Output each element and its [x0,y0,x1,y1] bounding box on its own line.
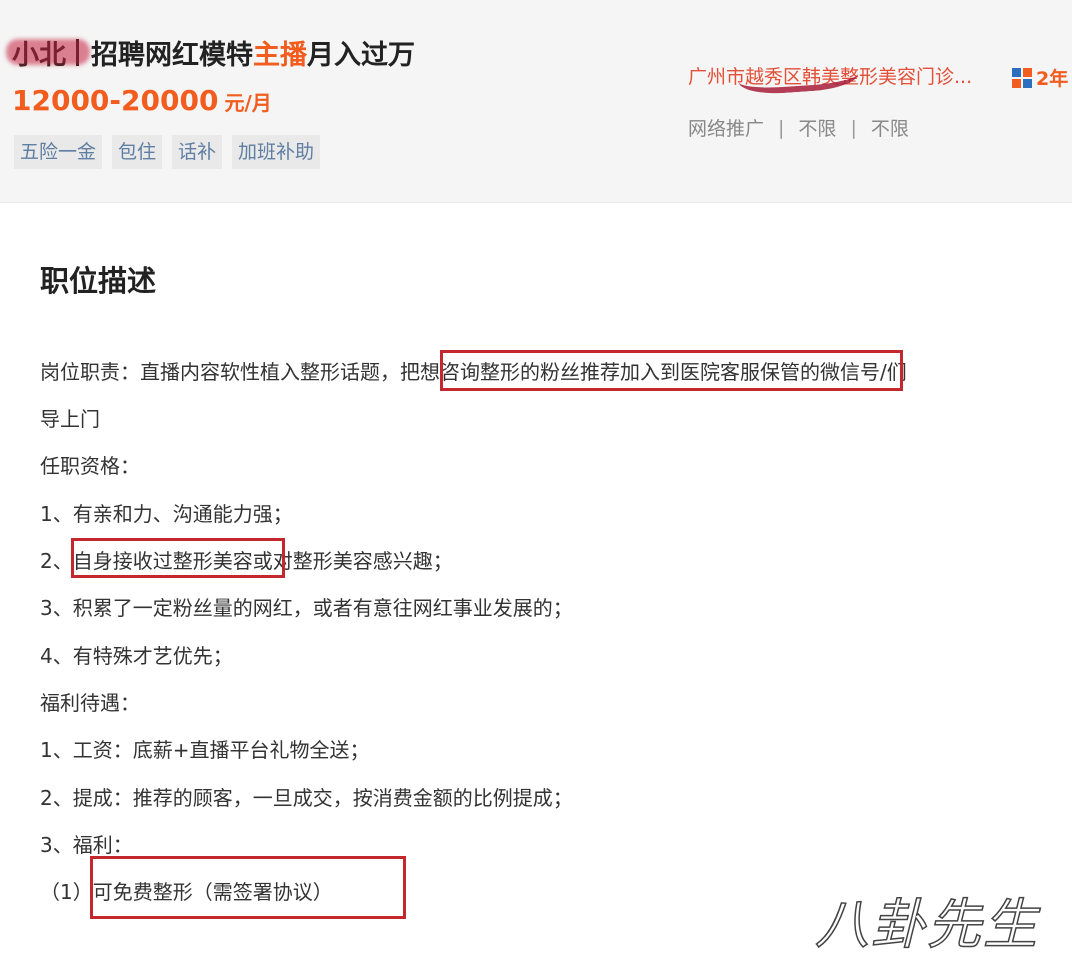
company-name-link[interactable]: 广州市越秀区韩美整形美容门诊... [688,51,972,97]
welfare-tag: 话补 [172,135,223,169]
description-line: 3、福利： [40,833,133,857]
meta-separator: | [850,116,857,139]
job-header: 小北 招聘网红模特主播月入过万 12000-20000元/月 五险一金 包住 话… [0,0,1072,203]
job-title: 小北 招聘网红模特主播月入过万 [6,33,415,72]
annotation-box [90,856,406,919]
description-line: 任职资格： [40,454,140,478]
welfare-tag: 包住 [112,135,163,169]
company-years: 2年 [1036,68,1069,90]
welfare-tags: 五险一金 包住 话补 加班补助 [14,135,330,169]
company-size: 不限 [798,118,837,140]
description-line: 导上门 [40,407,100,431]
welfare-tag: 加班补助 [232,135,321,169]
company-years-badge: 2年 [1012,64,1068,91]
company-type: 不限 [870,118,909,140]
description-line: 2、提成：推荐的顾客，一旦成交，按消费金额的比例提成； [40,786,573,810]
description-line: 3、积累了一定粉丝量的网红，或者有意往网红事业发展的； [40,596,573,620]
description-line: 1、工资：底薪+直播平台礼物全送； [40,738,370,762]
meta-separator: | [778,116,785,139]
title-highlight: 主播 [253,39,307,71]
annotation-box [440,350,903,391]
annotation-box [71,538,285,578]
company-industry: 网络推广 [688,118,765,140]
title-suffix: 月入过万 [307,39,415,71]
redaction-scribble [6,38,90,65]
salary: 12000-20000 元/月 [12,84,272,117]
company-short-name: 小北 [6,33,90,72]
company-meta: 网络推广 | 不限 | 不限 [688,114,909,141]
description-line: 福利待遇： [40,691,140,715]
salary-unit: 元/月 [224,91,272,115]
watermark: 八卦先生 [814,892,1039,957]
section-title: 职位描述 [40,264,157,298]
welfare-tag: 五险一金 [14,135,103,169]
title-prefix: 招聘网红模特 [91,39,253,71]
description-line: 1、有亲和力、沟通能力强； [40,502,293,526]
description-line: 4、有特殊才艺优先； [40,644,233,668]
redaction-scribble [736,51,860,97]
salary-range: 12000-20000 [12,84,219,117]
company-logo-icon [1012,67,1032,88]
